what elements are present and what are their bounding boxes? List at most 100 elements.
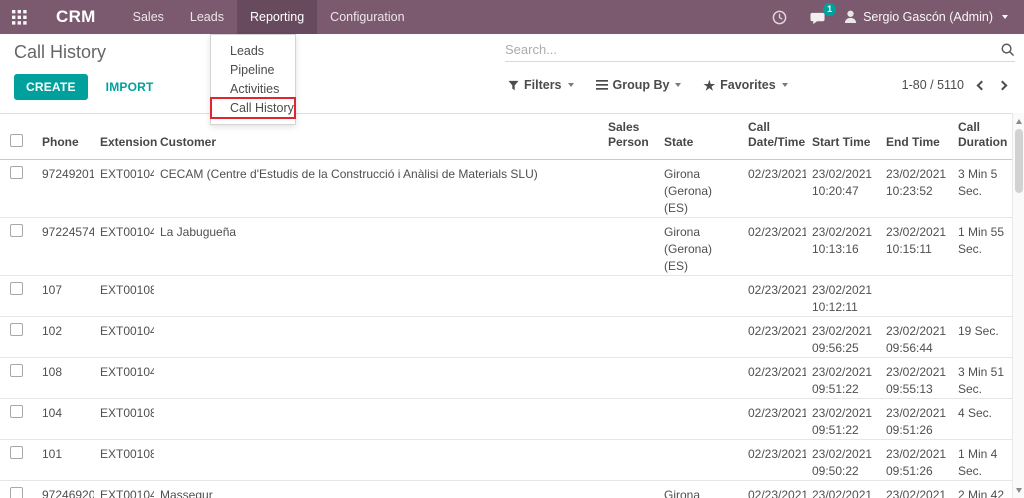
cell-start-time: 23/02/2021 10:20:47 bbox=[806, 159, 880, 218]
search-input[interactable] bbox=[505, 42, 1000, 57]
activities-clock-icon[interactable] bbox=[764, 0, 795, 34]
cell-start-time: 23/02/2021 09:56:25 bbox=[806, 316, 880, 358]
nav-configuration[interactable]: Configuration bbox=[317, 0, 417, 34]
group-by-label: Group By bbox=[612, 78, 670, 92]
messages-badge: 1 bbox=[823, 3, 837, 16]
nav-reporting[interactable]: Reporting bbox=[236, 0, 318, 34]
app-title: CRM bbox=[56, 7, 96, 26]
cell-call-duration: 2 Min 42 Sec. bbox=[952, 480, 1012, 498]
cell-extension: EXT00104 bbox=[94, 159, 154, 218]
group-by-lines-icon bbox=[595, 80, 608, 90]
cell-extension: EXT00104 bbox=[94, 316, 154, 358]
cell-state bbox=[658, 357, 742, 399]
vertical-scrollbar[interactable] bbox=[1012, 113, 1024, 498]
row-checkbox[interactable] bbox=[10, 446, 23, 459]
scroll-down-icon[interactable] bbox=[1013, 484, 1024, 496]
cell-call-datetime: 02/23/2021 bbox=[742, 357, 806, 399]
row-checkbox[interactable] bbox=[10, 323, 23, 336]
cell-state: Girona (Gerona) (ES) bbox=[658, 480, 742, 498]
cell-phone: 972492014 bbox=[36, 159, 94, 218]
cell-phone: 101 bbox=[36, 439, 94, 481]
cell-state: Girona (Gerona) (ES) bbox=[658, 159, 742, 218]
star-icon: ★ bbox=[703, 77, 716, 93]
messages-icon[interactable]: 1 bbox=[801, 0, 837, 34]
cell-customer: Massegur bbox=[154, 480, 602, 498]
cell-phone: 107 bbox=[36, 275, 94, 317]
favorites-dropdown[interactable]: ★ Favorites bbox=[703, 77, 788, 93]
table-row[interactable]: 108 EXT00104 02/23/2021 23/02/2021 09:51… bbox=[0, 357, 1012, 399]
filter-bar: Filters Group By ★ Favorites bbox=[508, 78, 788, 92]
apps-grid-icon[interactable] bbox=[0, 0, 38, 34]
cell-call-datetime: 02/23/2021 bbox=[742, 217, 806, 276]
page-title: Call History bbox=[14, 42, 107, 62]
button-row: CREATE IMPORT bbox=[14, 74, 154, 100]
cell-phone: 972245747 bbox=[36, 217, 94, 276]
cell-state bbox=[658, 275, 742, 317]
cell-start-time: 23/02/2021 10:12:11 bbox=[806, 275, 880, 317]
row-checkbox[interactable] bbox=[10, 166, 23, 179]
cell-call-datetime: 02/23/2021 bbox=[742, 398, 806, 440]
user-menu[interactable]: Sergio Gascón (Admin) bbox=[840, 10, 1012, 24]
row-checkbox[interactable] bbox=[10, 282, 23, 295]
row-checkbox[interactable] bbox=[10, 364, 23, 377]
col-state[interactable]: State bbox=[658, 114, 742, 160]
table-row[interactable]: 104 EXT00108 02/23/2021 23/02/2021 09:51… bbox=[0, 398, 1012, 440]
topbar-right: 1 Sergio Gascón (Admin) bbox=[764, 0, 1024, 34]
cell-customer bbox=[154, 357, 602, 399]
col-phone[interactable]: Phone bbox=[36, 114, 94, 160]
cell-extension: EXT00104 bbox=[94, 217, 154, 276]
menu-item-call-history[interactable]: Call History bbox=[210, 97, 296, 119]
cell-start-time: 23/02/2021 09:51:22 bbox=[806, 357, 880, 399]
col-extension[interactable]: Extension bbox=[94, 114, 157, 160]
cell-extension: EXT00104 bbox=[94, 480, 154, 498]
cell-end-time: 23/02/2021 09:44:57 bbox=[880, 480, 952, 498]
col-sales-person[interactable]: Sales Person bbox=[602, 114, 658, 160]
table-row[interactable]: 107 EXT00108 02/23/2021 23/02/2021 10:12… bbox=[0, 275, 1012, 317]
user-avatar-icon bbox=[845, 10, 857, 24]
control-panel-left: Call History CREATE IMPORT bbox=[14, 42, 154, 100]
cell-end-time: 23/02/2021 09:51:26 bbox=[880, 398, 952, 440]
table-row[interactable]: 101 EXT00108 02/23/2021 23/02/2021 09:50… bbox=[0, 439, 1012, 481]
menu-item-activities[interactable]: Activities bbox=[211, 80, 295, 99]
cell-customer bbox=[154, 439, 602, 481]
col-end-time[interactable]: End Time bbox=[880, 114, 952, 160]
scroll-up-icon[interactable] bbox=[1013, 115, 1024, 127]
cell-end-time: 23/02/2021 10:23:52 bbox=[880, 159, 952, 218]
row-checkbox[interactable] bbox=[10, 405, 23, 418]
filters-dropdown[interactable]: Filters bbox=[508, 78, 574, 92]
cell-customer bbox=[154, 398, 602, 440]
group-by-dropdown[interactable]: Group By bbox=[595, 78, 682, 92]
cell-state bbox=[658, 316, 742, 358]
nav-sales[interactable]: Sales bbox=[120, 0, 177, 34]
cell-call-duration: 1 Min 4 Sec. bbox=[952, 439, 1012, 481]
cell-call-duration: 4 Sec. bbox=[952, 398, 1012, 440]
table-row[interactable]: 102 EXT00104 02/23/2021 23/02/2021 09:56… bbox=[0, 316, 1012, 358]
select-all-checkbox[interactable] bbox=[10, 134, 23, 147]
cell-call-datetime: 02/23/2021 bbox=[742, 159, 806, 218]
create-button[interactable]: CREATE bbox=[14, 74, 88, 100]
col-start-time[interactable]: Start Time bbox=[806, 114, 880, 160]
table-row[interactable]: 972469200 EXT00104 Massegur Girona (Gero… bbox=[0, 480, 1012, 498]
row-checkbox[interactable] bbox=[10, 487, 23, 498]
cell-extension: EXT00108 bbox=[94, 439, 154, 481]
col-call-datetime[interactable]: Call Date/Time bbox=[742, 114, 806, 160]
cell-extension: EXT00104 bbox=[94, 357, 154, 399]
row-checkbox[interactable] bbox=[10, 224, 23, 237]
scrollbar-thumb[interactable] bbox=[1015, 129, 1023, 193]
nav-leads[interactable]: Leads bbox=[177, 0, 237, 34]
pager-next-icon[interactable] bbox=[997, 80, 1008, 90]
cell-call-duration: 3 Min 51 Sec. bbox=[952, 357, 1012, 399]
menu-item-pipeline[interactable]: Pipeline bbox=[211, 61, 295, 80]
menu-item-leads[interactable]: Leads bbox=[211, 42, 295, 61]
cell-phone: 108 bbox=[36, 357, 94, 399]
import-button[interactable]: IMPORT bbox=[106, 80, 154, 94]
pager-previous-icon[interactable] bbox=[976, 80, 987, 90]
search-icon[interactable] bbox=[1000, 42, 1015, 57]
cell-start-time: 23/02/2021 09:42:15 bbox=[806, 480, 880, 498]
call-table-body: 972492014 EXT00104 CECAM (Centre d'Estud… bbox=[0, 159, 1012, 498]
reporting-dropdown-menu: Leads Pipeline Activities Call History bbox=[210, 34, 296, 125]
col-call-duration[interactable]: Call Duration bbox=[952, 114, 1012, 160]
table-row[interactable]: 972245747 EXT00104 La Jabugueña Girona (… bbox=[0, 217, 1012, 276]
cell-phone: 102 bbox=[36, 316, 94, 358]
table-row[interactable]: 972492014 EXT00104 CECAM (Centre d'Estud… bbox=[0, 159, 1012, 218]
